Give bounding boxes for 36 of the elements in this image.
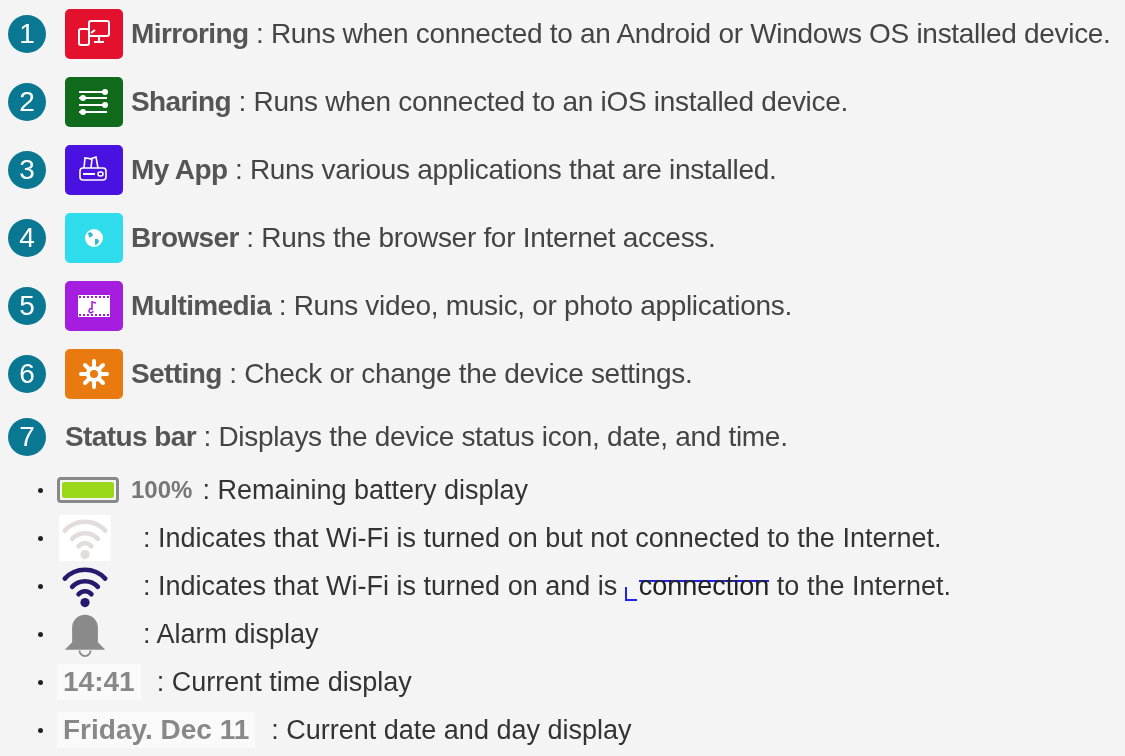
feature-description: Setting : Check or change the device settings. [131,358,693,390]
clock-date: Friday. Dec 11 [57,712,256,748]
bullet-icon [38,679,43,685]
step-number: 3 [8,151,46,189]
bullet-icon [38,583,43,589]
feature-description: My App : Runs various applications that are installed. [131,154,777,186]
status-description: : Alarm display [143,618,319,650]
globe-icon [65,213,123,263]
battery-percentage: 100% [131,476,193,504]
insertion-mark-icon [624,586,637,601]
bullet-icon [38,727,43,733]
bullet-icon [38,535,43,541]
feature-description: Mirroring : Runs when connected to an Android or Windows OS installed device. [131,18,1111,50]
status-description: : Current time display [156,666,412,698]
status-description: : Indicates that Wi-Fi is turned on but not connected to the Internet. [143,522,942,554]
step-number: 6 [8,355,46,393]
step-number: 7 [8,418,46,456]
clock-time: 14:41 [57,664,141,700]
step-number: 5 [8,287,46,325]
feature-description: Sharing : Runs when connected to an iOS installed device. [131,86,848,118]
status-description: : Current date and day display [271,714,632,746]
status-description: : Remaining battery display [202,474,529,506]
bullet-icon [38,631,43,637]
screen-and-phone-icon [65,9,123,59]
step-number: 1 [8,15,46,53]
sliders-icon [65,77,123,127]
feature-description: Multimedia : Runs video, music, or photo applications. [131,290,792,322]
app-cards-icon [65,145,123,195]
film-note-icon [65,281,123,331]
battery-icon [57,477,119,503]
step-number: 2 [8,83,46,121]
step-number: 4 [8,219,46,257]
feature-description: Browser : Runs the browser for Internet access. [131,222,716,254]
gear-icon [65,349,123,399]
bullet-icon [38,487,43,493]
feature-description: Status bar : Displays the device status icon, date, and time. [65,421,788,453]
